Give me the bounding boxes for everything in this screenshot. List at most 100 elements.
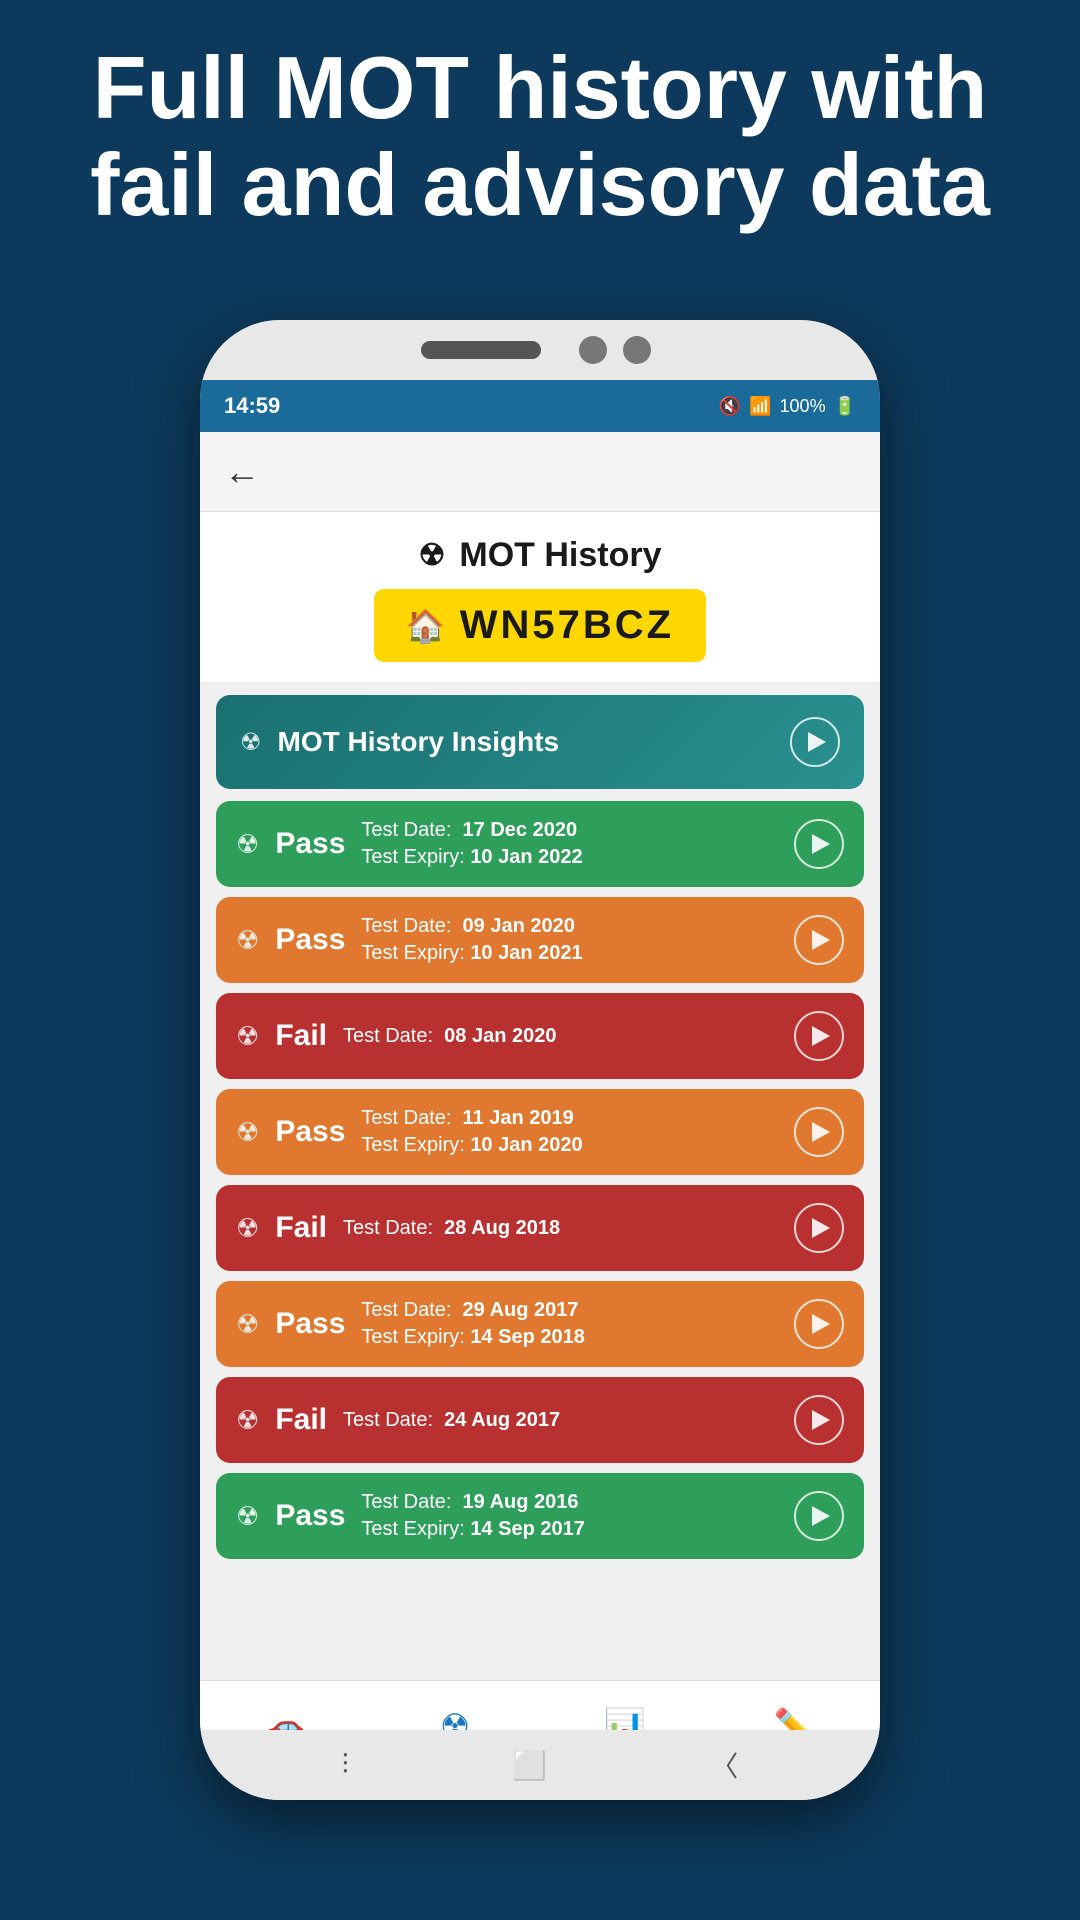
gesture-home: ⬜ — [512, 1749, 547, 1782]
play-tri-1 — [812, 930, 830, 950]
mot-date-line-0a: Test Date: 17 Dec 2020 — [361, 819, 582, 842]
play-triangle — [808, 732, 826, 752]
page-background: Full MOT history with fail and advisory … — [0, 0, 1080, 1920]
header-text: Full MOT history with fail and advisory … — [60, 40, 1020, 234]
mot-icon-4: ☢ — [236, 1213, 259, 1244]
mot-icon-0: ☢ — [236, 829, 259, 860]
mot-record-4[interactable]: ☢ Fail Test Date: 28 Aug 2018 — [216, 1185, 864, 1271]
insights-title: MOT History Insights — [278, 726, 560, 758]
play-tri-2 — [812, 1026, 830, 1046]
insights-card[interactable]: ☢ MOT History Insights — [216, 695, 864, 789]
mot-record-5[interactable]: ☢ Pass Test Date: 29 Aug 2017 Test Expir… — [216, 1281, 864, 1367]
back-button[interactable]: ← — [224, 451, 260, 493]
title-icon: ☢ — [418, 538, 445, 573]
mot-status-2: Fail — [275, 1019, 327, 1053]
plate-box: 🏠 WN57BCZ — [374, 589, 706, 662]
mot-date-line-7a: Test Date: 19 Aug 2016 — [361, 1491, 584, 1514]
mot-date-line-6a: Test Date: 24 Aug 2017 — [343, 1409, 560, 1432]
mot-status-4: Fail — [275, 1211, 327, 1245]
status-icons: 🔇 📶 100% 🔋 — [719, 396, 856, 417]
mot-icon-6: ☢ — [236, 1405, 259, 1436]
mot-icon-1: ☢ — [236, 925, 259, 956]
header-line2: fail and advisory data — [90, 135, 990, 234]
mot-dates-6: Test Date: 24 Aug 2017 — [343, 1409, 560, 1432]
mot-dates-5: Test Date: 29 Aug 2017 Test Expiry: 14 S… — [361, 1299, 584, 1349]
gesture-back: 〈 — [710, 1745, 738, 1785]
mot-date-line-7b: Test Expiry: 14 Sep 2017 — [361, 1518, 584, 1541]
page-header: Full MOT history with fail and advisory … — [0, 40, 1080, 234]
status-bar: 14:59 🔇 📶 100% 🔋 — [200, 380, 880, 432]
mot-icon-7: ☢ — [236, 1501, 259, 1532]
mot-record-3[interactable]: ☢ Pass Test Date: 11 Jan 2019 Test Expir… — [216, 1089, 864, 1175]
mot-date-line-5b: Test Expiry: 14 Sep 2018 — [361, 1326, 584, 1349]
scroll-content[interactable]: ☢ MOT History Insights ☢ Pass Test Date:… — [200, 683, 880, 1716]
header-line1: Full MOT history with — [93, 38, 988, 137]
insights-left: ☢ MOT History Insights — [240, 726, 559, 758]
mot-left-0: ☢ Pass Test Date: 17 Dec 2020 Test Expir… — [236, 819, 583, 869]
mot-left-3: ☢ Pass Test Date: 11 Jan 2019 Test Expir… — [236, 1107, 583, 1157]
mot-dates-7: Test Date: 19 Aug 2016 Test Expiry: 14 S… — [361, 1491, 584, 1541]
mot-icon-2: ☢ — [236, 1021, 259, 1052]
play-tri-6 — [812, 1410, 830, 1430]
mot-left-4: ☢ Fail Test Date: 28 Aug 2018 — [236, 1211, 560, 1245]
play-btn-0[interactable] — [794, 819, 844, 869]
play-btn-3[interactable] — [794, 1107, 844, 1157]
phone-frame: 14:59 🔇 📶 100% 🔋 ← ☢ MOT History — [200, 320, 880, 1800]
mot-left-6: ☢ Fail Test Date: 24 Aug 2017 — [236, 1403, 560, 1437]
insights-icon: ☢ — [240, 728, 262, 757]
status-time: 14:59 — [224, 393, 280, 419]
plate-registration: WN57BCZ — [460, 603, 674, 648]
play-btn-1[interactable] — [794, 915, 844, 965]
play-btn-4[interactable] — [794, 1203, 844, 1253]
battery-level: 100% — [780, 396, 826, 417]
mot-icon-5: ☢ — [236, 1309, 259, 1340]
battery-icon: 🔋 — [834, 396, 856, 417]
page-title-area: ☢ MOT History 🏠 WN57BCZ — [200, 512, 880, 683]
wifi-icon: 📶 — [749, 396, 771, 417]
mot-status-6: Fail — [275, 1403, 327, 1437]
mot-record-0[interactable]: ☢ Pass Test Date: 17 Dec 2020 Test Expir… — [216, 801, 864, 887]
mot-left-2: ☢ Fail Test Date: 08 Jan 2020 — [236, 1019, 556, 1053]
mot-dates-3: Test Date: 11 Jan 2019 Test Expiry: 10 J… — [361, 1107, 582, 1157]
mot-dates-0: Test Date: 17 Dec 2020 Test Expiry: 10 J… — [361, 819, 582, 869]
play-btn-2[interactable] — [794, 1011, 844, 1061]
mot-date-line-3a: Test Date: 11 Jan 2019 — [361, 1107, 582, 1130]
title-text: MOT History — [459, 536, 661, 575]
mot-record-2[interactable]: ☢ Fail Test Date: 08 Jan 2020 — [216, 993, 864, 1079]
mot-status-3: Pass — [275, 1115, 345, 1149]
phone-top-hardware — [200, 320, 880, 380]
play-tri-0 — [812, 834, 830, 854]
mot-record-6[interactable]: ☢ Fail Test Date: 24 Aug 2017 — [216, 1377, 864, 1463]
mot-icon-3: ☢ — [236, 1117, 259, 1148]
gesture-lines: ⫶ — [342, 1749, 349, 1782]
mot-status-0: Pass — [275, 827, 345, 861]
mot-date-line-1b: Test Expiry: 10 Jan 2021 — [361, 942, 582, 965]
play-tri-7 — [812, 1506, 830, 1526]
mot-left-5: ☢ Pass Test Date: 29 Aug 2017 Test Expir… — [236, 1299, 585, 1349]
mot-dates-4: Test Date: 28 Aug 2018 — [343, 1217, 560, 1240]
mot-status-7: Pass — [275, 1499, 345, 1533]
mot-status-1: Pass — [275, 923, 345, 957]
mot-date-line-2a: Test Date: 08 Jan 2020 — [343, 1025, 556, 1048]
phone-bottom-gestures: ⫶ ⬜ 〈 — [200, 1730, 880, 1800]
mot-left-7: ☢ Pass Test Date: 19 Aug 2016 Test Expir… — [236, 1491, 585, 1541]
play-btn-7[interactable] — [794, 1491, 844, 1541]
play-tri-3 — [812, 1122, 830, 1142]
mot-date-line-3b: Test Expiry: 10 Jan 2020 — [361, 1134, 582, 1157]
mot-record-7[interactable]: ☢ Pass Test Date: 19 Aug 2016 Test Expir… — [216, 1473, 864, 1559]
play-btn-5[interactable] — [794, 1299, 844, 1349]
mute-icon: 🔇 — [719, 396, 741, 417]
phone-speaker — [421, 341, 541, 359]
mot-dates-1: Test Date: 09 Jan 2020 Test Expiry: 10 J… — [361, 915, 582, 965]
plate-garage-icon: 🏠 — [406, 607, 446, 645]
play-btn-6[interactable] — [794, 1395, 844, 1445]
play-tri-4 — [812, 1218, 830, 1238]
phone-camera-2 — [623, 336, 651, 364]
mot-record-1[interactable]: ☢ Pass Test Date: 09 Jan 2020 Test Expir… — [216, 897, 864, 983]
phone-camera-1 — [579, 336, 607, 364]
insights-play-button[interactable] — [790, 717, 840, 767]
mot-date-line-4a: Test Date: 28 Aug 2018 — [343, 1217, 560, 1240]
app-toolbar: ← — [200, 432, 880, 512]
play-tri-5 — [812, 1314, 830, 1334]
page-title: ☢ MOT History — [220, 536, 860, 575]
